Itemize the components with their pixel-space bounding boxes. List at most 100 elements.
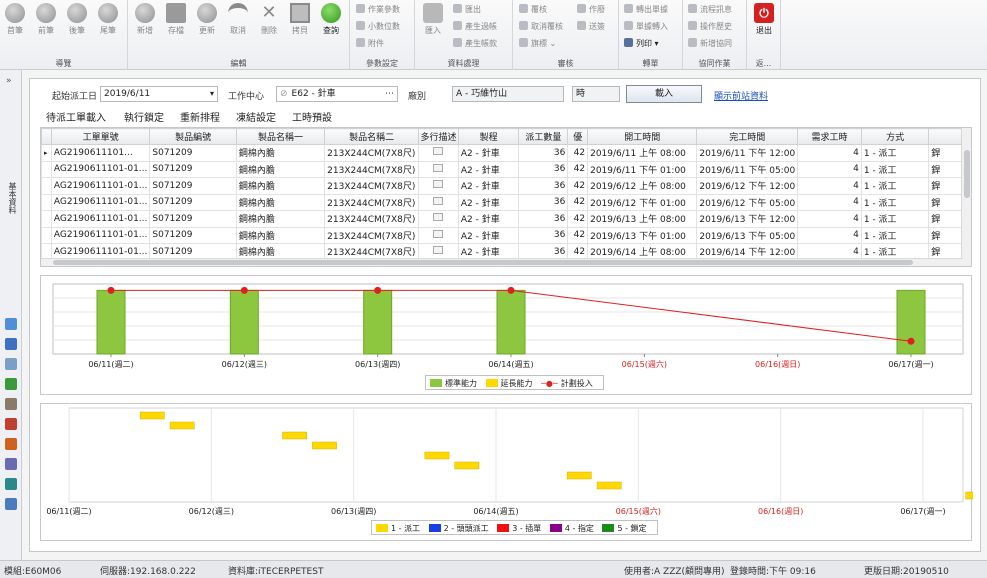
table-cell[interactable]: S071209 — [149, 160, 237, 178]
table-cell[interactable]: 2019/6/12 上午 08:00 — [587, 177, 698, 195]
table-cell[interactable]: S071209 — [149, 210, 237, 228]
transfer-out-button[interactable]: 轉出單據 — [624, 4, 668, 18]
table-cell[interactable]: AG2190611101-01... — [50, 177, 151, 195]
row-selector[interactable] — [41, 210, 52, 228]
generate-posting-button[interactable]: 產生過帳 — [453, 21, 497, 35]
table-cell[interactable]: 42 — [567, 226, 589, 244]
grid-horizontal-scrollbar[interactable] — [41, 258, 963, 266]
table-cell[interactable]: 4 — [797, 160, 862, 178]
flag-button[interactable]: 旗標 ⌄ — [519, 38, 556, 52]
report-icon[interactable] — [5, 398, 17, 410]
table-cell[interactable]: A2 - 針車 — [457, 210, 520, 228]
form-icon[interactable] — [5, 338, 17, 350]
table-row[interactable]: AG2190611101-01... S071209 鋼棉內膽 213X244CM(7… — [41, 210, 971, 228]
row-selector[interactable] — [41, 177, 52, 195]
hscroll-thumb[interactable] — [53, 260, 913, 265]
table-cell[interactable]: 36 — [518, 144, 569, 162]
users-icon[interactable] — [5, 358, 17, 370]
add-collab-button[interactable]: 新增協同 — [688, 38, 732, 52]
table-cell[interactable]: 2019/6/13 下午 12:00 — [696, 210, 799, 228]
column-header[interactable]: 製品編號 — [149, 128, 237, 145]
table-cell[interactable]: 36 — [518, 160, 569, 178]
table-cell[interactable]: AG2190611101-01... — [50, 226, 151, 244]
row-selector[interactable] — [41, 226, 52, 244]
cancel-review-button[interactable]: 取消覆核 — [519, 21, 563, 35]
table-cell[interactable]: 2019/6/12 下午 12:00 — [696, 177, 799, 195]
table-cell[interactable]: S071209 — [149, 226, 237, 244]
table-cell[interactable]: 4 — [797, 193, 862, 211]
submit-sign-button[interactable]: 送簽 — [577, 21, 605, 35]
work-params-button[interactable]: 作業參數 — [356, 4, 400, 18]
column-header[interactable]: 多行描述 — [418, 128, 459, 145]
column-header[interactable]: 製品名稱二 — [324, 128, 420, 145]
last-record-button[interactable]: 尾筆 — [93, 3, 123, 36]
load-button[interactable]: 載入 — [626, 85, 702, 103]
table-cell[interactable]: 213X244CM(7X8尺) — [324, 160, 420, 178]
column-header[interactable]: 需求工時 — [797, 128, 862, 145]
table-cell[interactable]: AG2190611101... — [50, 144, 151, 162]
dollar-icon[interactable] — [5, 378, 17, 390]
memo-icon[interactable] — [433, 180, 444, 189]
exit-button[interactable]: ⏻ 退出 — [749, 3, 779, 36]
flow-message-button[interactable]: 流程訊息 — [688, 4, 732, 18]
table-cell[interactable]: 鋼棉內膽 — [235, 144, 326, 162]
table-cell[interactable]: 2019/6/13 下午 01:00 — [587, 226, 698, 244]
memo-cell[interactable] — [418, 144, 459, 162]
table-cell[interactable]: AG2190611101-01... — [50, 193, 151, 211]
ellipsis-icon[interactable]: ⋯ — [385, 87, 394, 101]
percent-icon[interactable] — [5, 438, 17, 450]
tab-execute-lock[interactable]: 執行鎖定 — [124, 109, 164, 124]
table-cell[interactable]: S071209 — [149, 177, 237, 195]
grid-vertical-scrollbar[interactable] — [961, 128, 971, 266]
copy-button[interactable]: 拷貝 — [285, 3, 315, 36]
add-button[interactable]: 新增 — [130, 3, 160, 36]
table-cell[interactable]: 213X244CM(7X8尺) — [324, 226, 420, 244]
column-header[interactable]: 完工時間 — [696, 128, 799, 145]
scroll-thumb[interactable] — [964, 150, 970, 198]
table-cell[interactable]: 2019/6/11 下午 01:00 — [587, 160, 698, 178]
table-cell[interactable]: 4 — [797, 226, 862, 244]
table-cell[interactable]: AG2190611101-01... — [50, 210, 151, 228]
table-row[interactable]: AG2190611101-01... S071209 鋼棉內膽 213X244CM(7… — [41, 160, 971, 178]
table-cell[interactable]: 42 — [567, 177, 589, 195]
import-button[interactable]: 匯入 — [418, 3, 448, 36]
memo-cell[interactable] — [418, 177, 459, 195]
attachment-button[interactable]: 附件 — [356, 38, 384, 52]
column-header[interactable]: 製品名稱一 — [235, 128, 326, 145]
table-cell[interactable]: 213X244CM(7X8尺) — [324, 177, 420, 195]
column-header[interactable]: 開工時間 — [587, 128, 698, 145]
row-selector[interactable] — [41, 160, 52, 178]
table-cell[interactable]: 1 - 派工 — [860, 226, 930, 244]
table-cell[interactable]: A2 - 針車 — [457, 144, 520, 162]
unit-field[interactable]: 時 — [572, 86, 620, 102]
table-row[interactable]: ▸ AG2190611101... S071209 鋼棉內膽 213X244CM(7X8… — [41, 144, 971, 162]
column-header[interactable]: 製程 — [457, 128, 520, 145]
table-cell[interactable]: 36 — [518, 177, 569, 195]
tab-freeze-settings[interactable]: 凍結設定 — [236, 109, 276, 124]
work-center-field[interactable]: ⊘ E62 - 針車 ⋯ — [276, 86, 398, 102]
void-button[interactable]: 作廢 — [577, 4, 605, 18]
table-cell[interactable]: AG2190611101-01... — [50, 160, 151, 178]
decimal-places-button[interactable]: 小數位數 — [356, 21, 400, 35]
memo-icon[interactable] — [433, 147, 444, 156]
column-header[interactable]: 方式 — [860, 128, 930, 145]
table-cell[interactable]: 鋼棉內膽 — [235, 210, 326, 228]
memo-icon[interactable] — [433, 229, 444, 238]
show-previous-station-link[interactable]: 顯示前站資料 — [714, 89, 768, 102]
table-cell[interactable]: 42 — [567, 210, 589, 228]
table-cell[interactable]: S071209 — [149, 144, 237, 162]
table-row[interactable]: AG2190611101-01... S071209 鋼棉內膽 213X244CM(7… — [41, 226, 971, 244]
table-cell[interactable]: 鋼棉內膽 — [235, 160, 326, 178]
collapse-arrow-icon[interactable]: » — [6, 76, 12, 86]
table-cell[interactable]: 213X244CM(7X8尺) — [324, 193, 420, 211]
table-cell[interactable]: 鋼棉內膽 — [235, 193, 326, 211]
table-cell[interactable]: 213X244CM(7X8尺) — [324, 144, 420, 162]
table-cell[interactable]: 1 - 派工 — [860, 160, 930, 178]
memo-cell[interactable] — [418, 160, 459, 178]
table-cell[interactable]: 2019/6/13 上午 08:00 — [587, 210, 698, 228]
save-button[interactable]: 存檔 — [161, 3, 191, 36]
person-icon[interactable] — [5, 318, 17, 330]
memo-icon[interactable] — [433, 196, 444, 205]
generate-account-button[interactable]: 產生帳款 — [453, 38, 497, 52]
memo-icon[interactable] — [433, 213, 444, 222]
